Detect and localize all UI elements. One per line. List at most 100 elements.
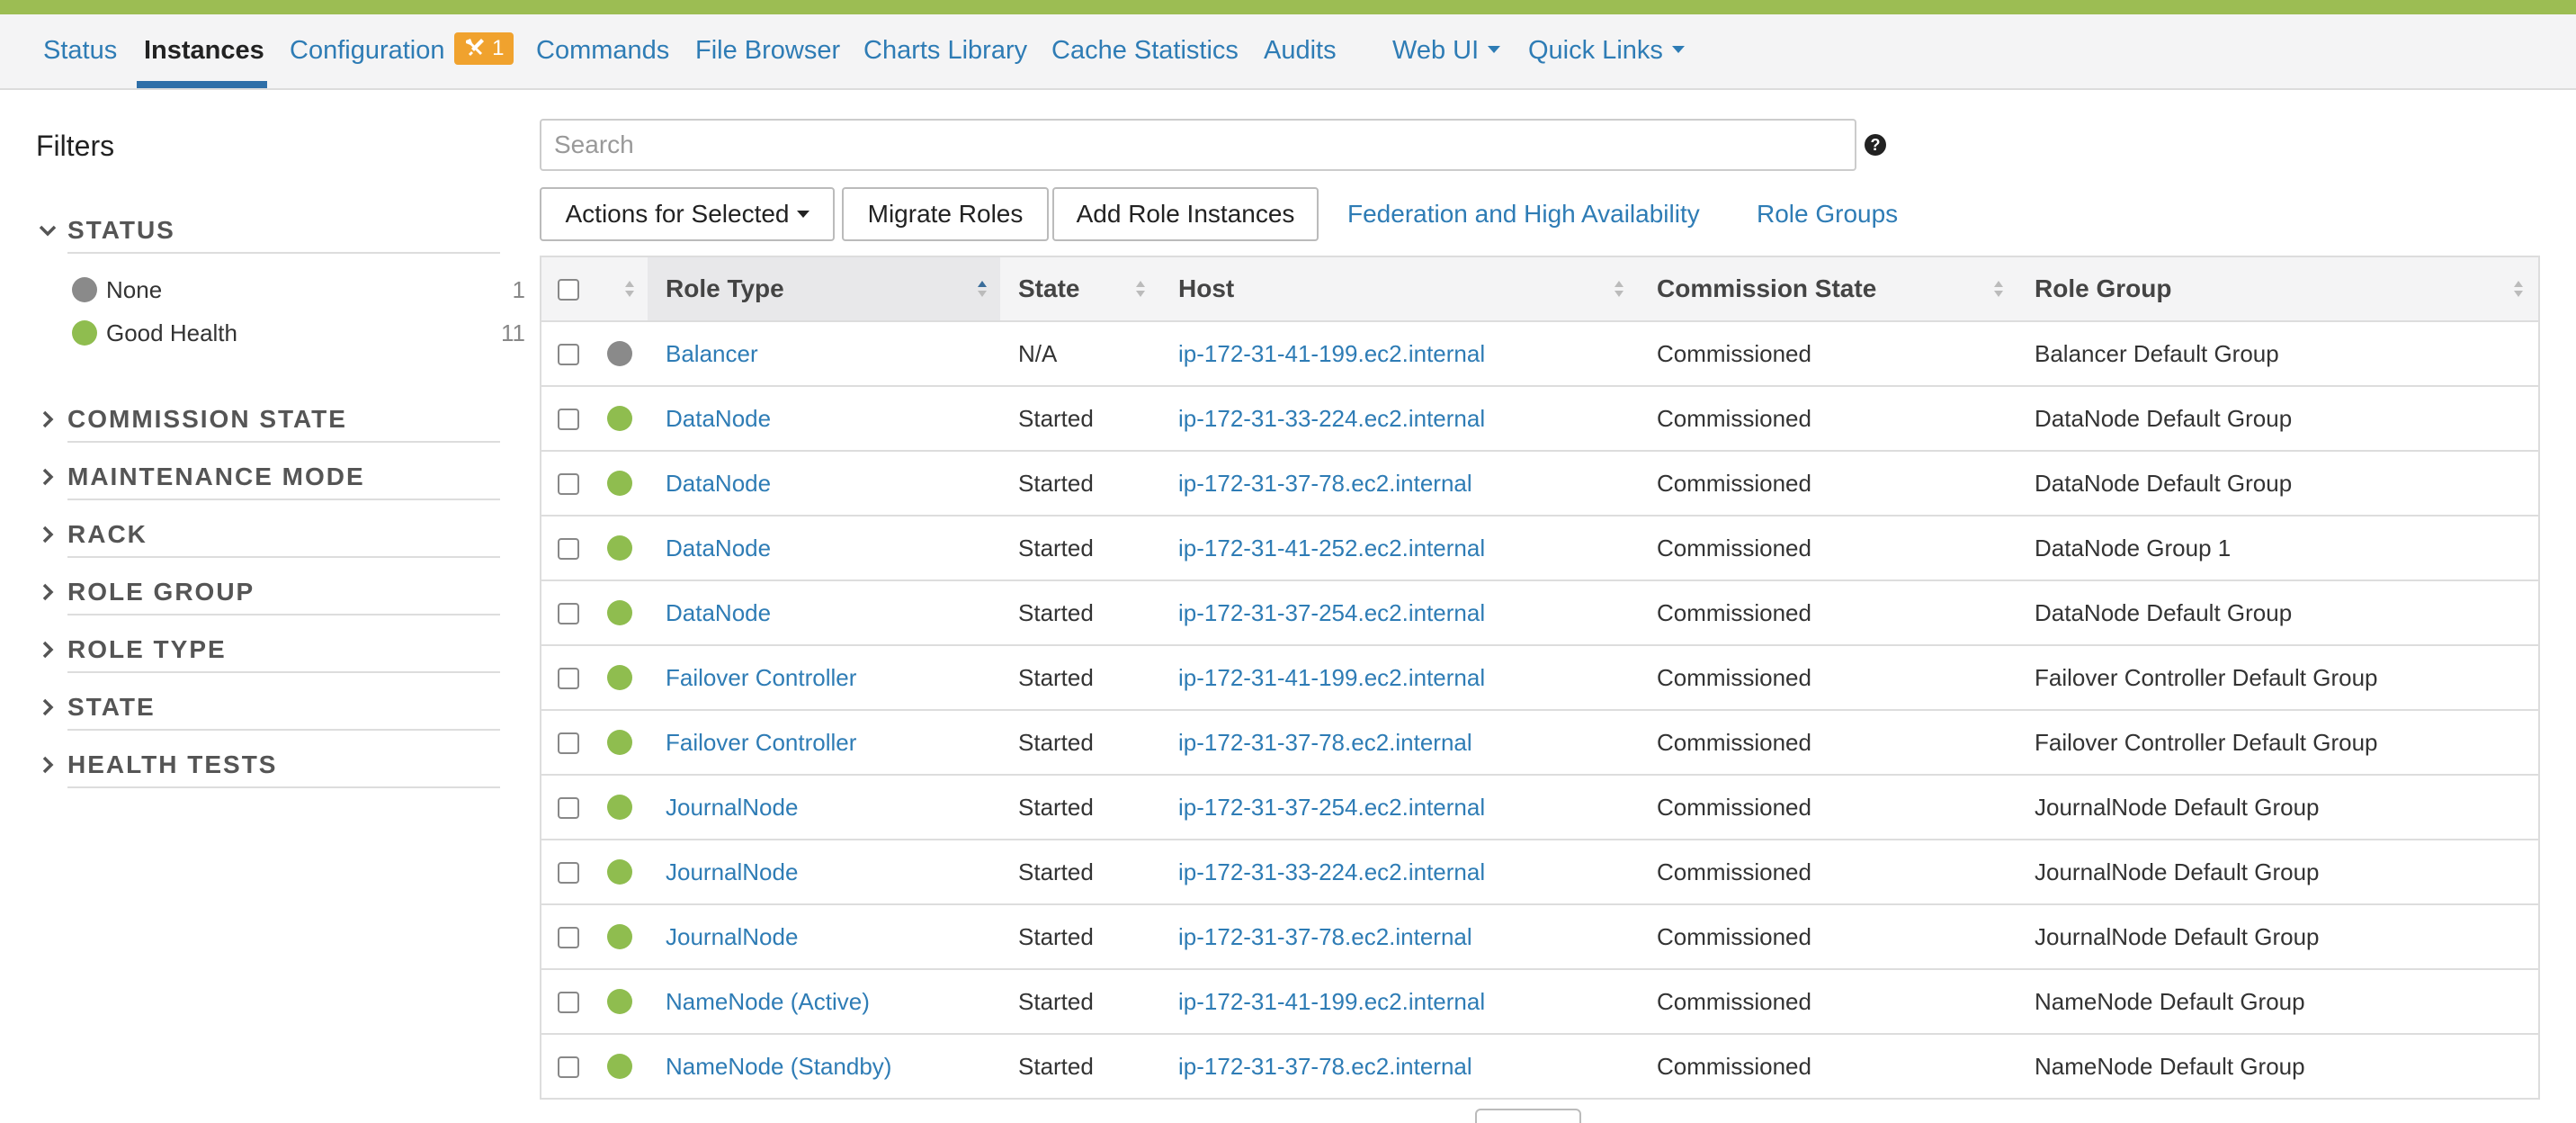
row-checkbox[interactable] [558, 409, 579, 430]
host-link[interactable]: ip-172-31-37-78.ec2.internal [1178, 905, 1472, 968]
table-row: NameNode (Standby) Started ip-172-31-37-78… [541, 1035, 2538, 1100]
row-checkbox[interactable] [558, 668, 579, 689]
add-role-instances-button[interactable]: Add Role Instances [1052, 187, 1319, 241]
role-type-link[interactable]: JournalNode [666, 776, 798, 839]
role-group-cell: Failover Controller Default Group [2035, 664, 2378, 691]
role-type-link[interactable]: NameNode (Active) [666, 970, 870, 1033]
pagination-button[interactable] [1475, 1109, 1581, 1123]
row-checkbox[interactable] [558, 473, 579, 495]
filter-option-good-health[interactable]: Good Health 11 [72, 313, 525, 349]
tab-charts-library[interactable]: Charts Library [863, 14, 1027, 88]
filter-section-state[interactable]: STATE [36, 684, 500, 731]
filter-section-role-group[interactable]: ROLE GROUP [36, 569, 500, 615]
tab-quick-links[interactable]: Quick Links [1528, 14, 1685, 88]
role-type-link[interactable]: Failover Controller [666, 711, 856, 774]
row-checkbox[interactable] [558, 603, 579, 624]
tab-commands[interactable]: Commands [536, 14, 669, 88]
column-header-host[interactable]: Host [1178, 257, 1234, 320]
state-cell: Started [1018, 405, 1094, 432]
health-good-icon [607, 924, 632, 949]
actions-for-selected-button[interactable]: Actions for Selected [540, 187, 835, 241]
row-checkbox[interactable] [558, 732, 579, 754]
chevron-right-icon [42, 756, 54, 774]
host-link[interactable]: ip-172-31-33-224.ec2.internal [1178, 840, 1485, 903]
column-header-role-group[interactable]: Role Group [2035, 257, 2171, 320]
migrate-roles-button[interactable]: Migrate Roles [842, 187, 1049, 241]
role-group-cell: DataNode Default Group [2035, 470, 2293, 497]
table-row: DataNode Started ip-172-31-37-78.ec2.inter… [541, 452, 2538, 517]
role-type-link[interactable]: Balancer [666, 322, 758, 385]
row-checkbox[interactable] [558, 992, 579, 1013]
row-checkbox[interactable] [558, 344, 579, 365]
column-header-state[interactable]: State [1018, 257, 1079, 320]
state-cell: Started [1018, 535, 1094, 562]
chevron-right-icon [42, 641, 54, 659]
sort-icon[interactable] [1135, 279, 1146, 299]
commission-state-cell: Commissioned [1657, 470, 1811, 497]
role-type-link[interactable]: DataNode [666, 581, 771, 644]
host-link[interactable]: ip-172-31-37-254.ec2.internal [1178, 581, 1485, 644]
chevron-right-icon [42, 698, 54, 716]
role-type-link[interactable]: DataNode [666, 517, 771, 579]
host-link[interactable]: ip-172-31-33-224.ec2.internal [1178, 387, 1485, 450]
row-checkbox[interactable] [558, 862, 579, 884]
sort-icon[interactable] [624, 279, 635, 299]
sort-ascending-icon[interactable] [977, 279, 988, 299]
role-type-link[interactable]: JournalNode [666, 905, 798, 968]
role-type-link[interactable]: Failover Controller [666, 646, 856, 709]
host-link[interactable]: ip-172-31-37-78.ec2.internal [1178, 1035, 1472, 1098]
role-type-link[interactable]: DataNode [666, 452, 771, 515]
host-link[interactable]: ip-172-31-41-199.ec2.internal [1178, 322, 1485, 385]
role-type-link[interactable]: DataNode [666, 387, 771, 450]
table-row: JournalNode Started ip-172-31-37-78.ec2.in… [541, 905, 2538, 970]
health-none-icon [607, 341, 632, 366]
sort-icon[interactable] [1993, 279, 2004, 299]
federation-ha-link[interactable]: Federation and High Availability [1347, 187, 1700, 241]
host-link[interactable]: ip-172-31-37-78.ec2.internal [1178, 711, 1472, 774]
tab-audits[interactable]: Audits [1264, 14, 1337, 88]
tab-status[interactable]: Status [43, 14, 117, 88]
filter-section-commission-state[interactable]: COMMISSION STATE [36, 396, 500, 443]
tab-cache-statistics[interactable]: Cache Statistics [1051, 14, 1239, 88]
chevron-right-icon [42, 526, 54, 544]
chevron-right-icon [42, 410, 54, 428]
sort-icon[interactable] [1614, 279, 1624, 299]
table-header: Role Type State Host Commission State Ro… [541, 257, 2538, 322]
health-good-icon [607, 730, 632, 755]
tab-configuration-label: Configuration [290, 36, 445, 65]
filter-section-status[interactable]: STATUS [36, 207, 500, 254]
select-all-checkbox[interactable] [558, 279, 579, 301]
state-cell: N/A [1018, 340, 1058, 367]
tab-instances[interactable]: Instances [144, 14, 264, 88]
filter-section-label: COMMISSION STATE [67, 405, 347, 433]
row-checkbox[interactable] [558, 927, 579, 948]
tab-file-browser[interactable]: File Browser [695, 14, 840, 88]
row-checkbox[interactable] [558, 797, 579, 819]
filter-section-maintenance-mode[interactable]: MAINTENANCE MODE [36, 454, 500, 500]
column-header-role-type[interactable]: Role Type [648, 257, 1000, 320]
role-type-link[interactable]: JournalNode [666, 840, 798, 903]
role-instances-table: Role Type State Host Commission State Ro… [540, 256, 2540, 1100]
row-checkbox[interactable] [558, 538, 579, 560]
filter-section-role-type[interactable]: ROLE TYPE [36, 626, 500, 673]
filter-section-rack[interactable]: RACK [36, 511, 500, 558]
row-checkbox[interactable] [558, 1056, 579, 1078]
host-link[interactable]: ip-172-31-41-199.ec2.internal [1178, 970, 1485, 1033]
role-type-link[interactable]: NameNode (Standby) [666, 1035, 891, 1098]
filter-option-none[interactable]: None 1 [72, 270, 525, 306]
commission-state-cell: Commissioned [1657, 405, 1811, 432]
health-good-icon [607, 989, 632, 1014]
search-input[interactable] [540, 119, 1856, 171]
host-link[interactable]: ip-172-31-41-252.ec2.internal [1178, 517, 1485, 579]
tab-configuration[interactable]: Configuration 1 [290, 14, 514, 88]
filter-section-health-tests[interactable]: HEALTH TESTS [36, 741, 500, 788]
role-group-cell: DataNode Group 1 [2035, 535, 2232, 562]
host-link[interactable]: ip-172-31-37-254.ec2.internal [1178, 776, 1485, 839]
host-link[interactable]: ip-172-31-41-199.ec2.internal [1178, 646, 1485, 709]
role-groups-link[interactable]: Role Groups [1757, 187, 1898, 241]
tab-web-ui[interactable]: Web UI [1392, 14, 1501, 88]
column-header-commission-state[interactable]: Commission State [1657, 257, 1876, 320]
help-icon[interactable]: ? [1865, 134, 1886, 156]
host-link[interactable]: ip-172-31-37-78.ec2.internal [1178, 452, 1472, 515]
sort-icon[interactable] [2513, 279, 2524, 299]
